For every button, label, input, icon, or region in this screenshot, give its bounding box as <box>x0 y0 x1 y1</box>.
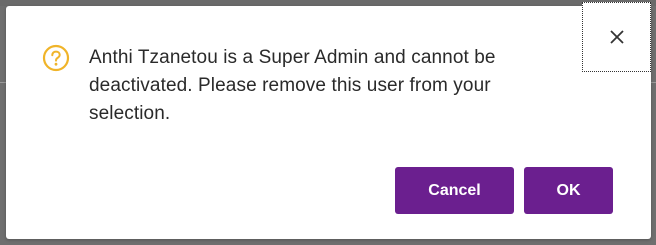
ok-button[interactable]: OK <box>524 167 613 214</box>
warning-question-icon <box>42 44 70 72</box>
cancel-button[interactable]: Cancel <box>395 167 514 214</box>
confirm-dialog: Anthi Tzanetou is a Super Admin and cann… <box>6 2 651 239</box>
close-button[interactable] <box>582 2 651 72</box>
dialog-message: Anthi Tzanetou is a Super Admin and cann… <box>89 47 496 124</box>
close-icon <box>609 30 624 44</box>
